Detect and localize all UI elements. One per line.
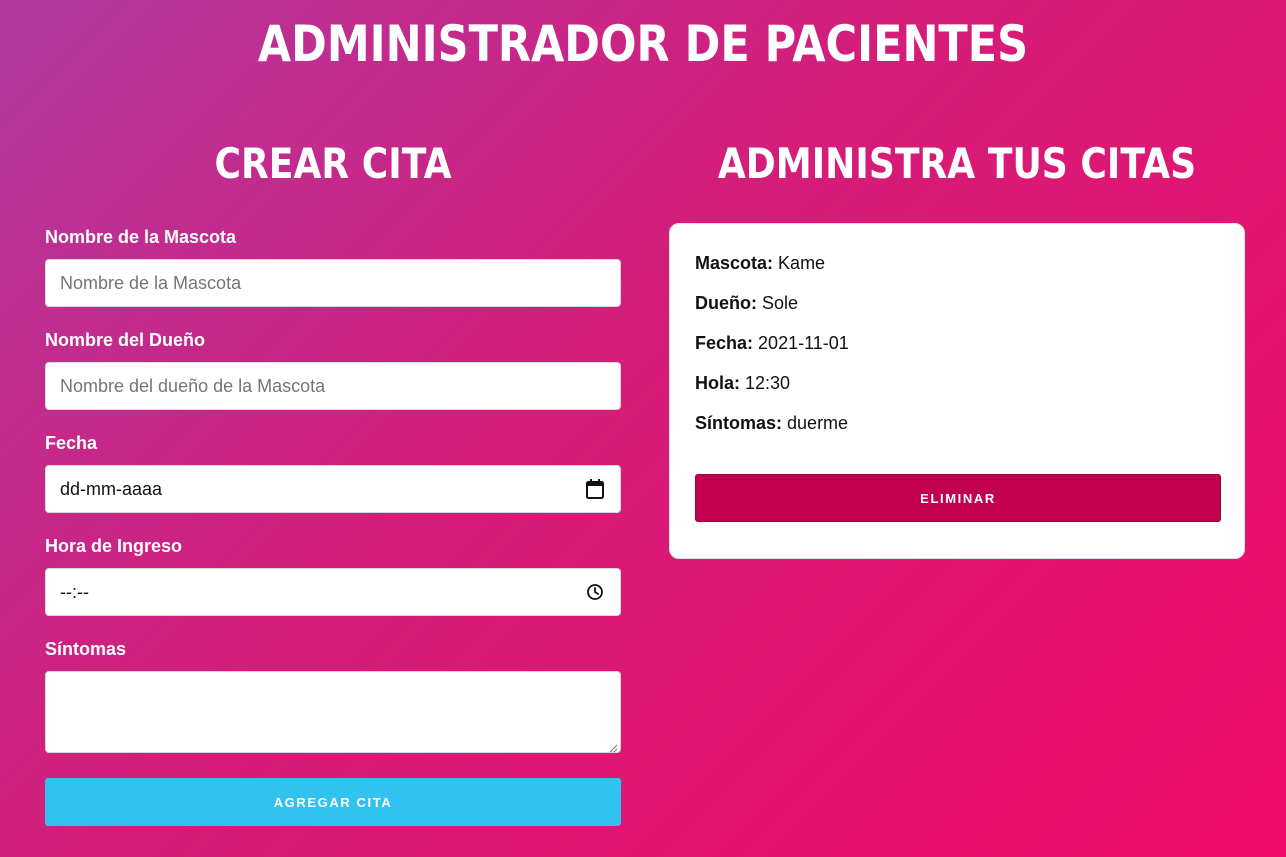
add-appointment-button[interactable]: AGREGAR CITA bbox=[45, 778, 621, 826]
appointment-pet-value: Kame bbox=[778, 253, 826, 273]
page-title: ADMINISTRADOR DE PACIENTES bbox=[257, 15, 1029, 73]
owner-name-field-box bbox=[45, 362, 621, 410]
symptoms-textarea[interactable] bbox=[46, 672, 620, 752]
appointments-title: ADMINISTRA TUS CITAS bbox=[717, 139, 1197, 188]
clock-icon[interactable] bbox=[584, 581, 606, 603]
appointment-time-key: Hola: bbox=[695, 373, 740, 393]
pet-name-field-box bbox=[45, 259, 621, 307]
symptoms-label: Síntomas bbox=[45, 639, 127, 659]
date-label: Fecha bbox=[45, 433, 98, 453]
symptoms-field-box bbox=[45, 671, 621, 753]
appointment-symptoms-value: duerme bbox=[787, 413, 849, 433]
pet-name-input[interactable] bbox=[60, 272, 606, 294]
time-value: --:-- bbox=[60, 581, 89, 602]
appointment-pet: Mascota: Kame bbox=[695, 251, 1219, 291]
calendar-icon[interactable] bbox=[584, 478, 606, 500]
pet-name-group: Nombre de la Mascota bbox=[45, 224, 621, 327]
form-title: CREAR CITA bbox=[214, 139, 452, 188]
date-input[interactable]: dd-mm-aaaa bbox=[45, 465, 621, 513]
appointment-owner-key: Dueño: bbox=[695, 293, 757, 313]
appointment-symptoms: Síntomas: duerme bbox=[695, 411, 1219, 451]
symptoms-group: Síntomas bbox=[45, 636, 621, 753]
appointment-owner: Dueño: Sole bbox=[695, 291, 1219, 331]
time-group: Hora de Ingreso --:-- bbox=[45, 533, 621, 636]
pet-name-label: Nombre de la Mascota bbox=[45, 227, 237, 247]
delete-appointment-button[interactable]: ELIMINAR bbox=[695, 474, 1221, 522]
appointment-time: Hola: 12:30 bbox=[695, 371, 1219, 411]
owner-name-group: Nombre del Dueño bbox=[45, 327, 621, 430]
appointment-symptoms-key: Síntomas: bbox=[695, 413, 783, 433]
appointment-owner-value: Sole bbox=[762, 293, 799, 313]
appointment-pet-key: Mascota: bbox=[695, 253, 774, 273]
appointment-time-value: 12:30 bbox=[745, 373, 791, 393]
time-label: Hora de Ingreso bbox=[45, 536, 183, 556]
owner-name-input[interactable] bbox=[60, 375, 606, 397]
date-value: dd-mm-aaaa bbox=[60, 478, 163, 499]
resize-grip-icon[interactable] bbox=[608, 740, 618, 753]
owner-name-label: Nombre del Dueño bbox=[45, 330, 206, 350]
appointment-date-key: Fecha: bbox=[695, 333, 754, 353]
appointment-card: Mascota: Kame Dueño: Sole Fecha: 2021-11… bbox=[669, 223, 1245, 559]
appointment-date: Fecha: 2021-11-01 bbox=[695, 331, 1219, 371]
date-group: Fecha dd-mm-aaaa bbox=[45, 430, 621, 533]
appointment-form: Nombre de la Mascota Nombre del Dueño Fe… bbox=[45, 224, 621, 753]
time-input[interactable]: --:-- bbox=[45, 568, 621, 616]
appointment-date-value: 2021-11-01 bbox=[758, 333, 849, 353]
